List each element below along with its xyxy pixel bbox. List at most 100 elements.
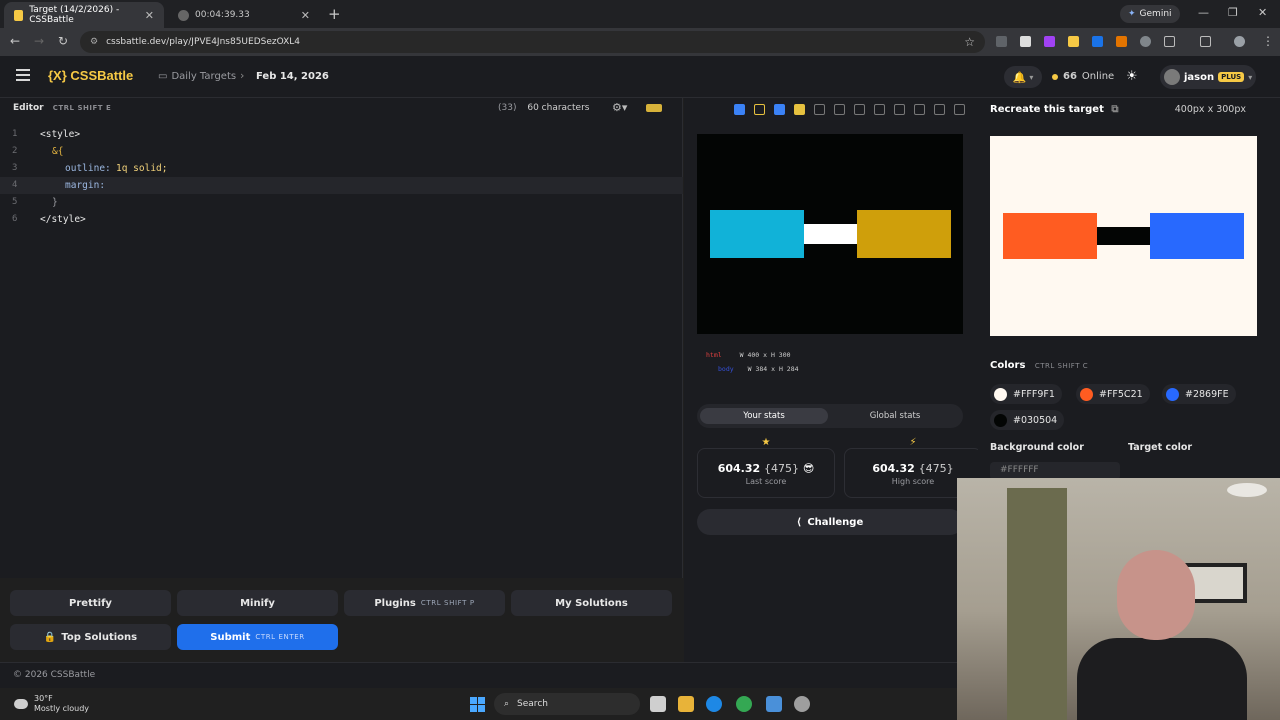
copy-icon[interactable] bbox=[954, 104, 965, 115]
search-icon: ⌕ bbox=[504, 699, 510, 709]
menu-dots-icon[interactable]: ⋮ bbox=[1262, 34, 1274, 48]
target-image[interactable] bbox=[990, 136, 1257, 336]
code-value: 1q solid; bbox=[116, 163, 168, 174]
bookmark-star-icon[interactable]: ☆ bbox=[964, 35, 975, 49]
color-swatch[interactable]: #FF5C21 bbox=[1076, 384, 1150, 404]
chevron-down-icon: ▾ bbox=[1248, 72, 1253, 82]
hamburger-menu-icon[interactable] bbox=[16, 69, 30, 81]
line-number: 4 bbox=[12, 180, 18, 190]
swatch-dot bbox=[994, 387, 1007, 401]
weather-temp: 30°F bbox=[34, 694, 53, 703]
close-tab-icon[interactable]: ✕ bbox=[301, 9, 310, 22]
colors-shortcut: CTRL SHIFT C bbox=[1034, 362, 1089, 370]
lock-icon: 🔒 bbox=[43, 631, 57, 643]
preview-toolbar bbox=[734, 104, 965, 115]
edge-browser-icon[interactable] bbox=[706, 696, 722, 712]
profile-avatar[interactable] bbox=[1234, 36, 1245, 47]
maximize-icon[interactable]: ❐ bbox=[1228, 6, 1238, 19]
url-input[interactable]: ⚙ cssbattle.dev/play/JPVE4Jns85UEDSezOXL… bbox=[80, 31, 985, 53]
extension-icon[interactable] bbox=[1092, 36, 1103, 47]
plugins-button[interactable]: Plugins CTRL SHIFT P bbox=[344, 590, 505, 616]
target-left-box bbox=[1003, 213, 1097, 259]
editor-shortcut: CTRL SHIFT E bbox=[52, 104, 112, 112]
colors-title-text: Colors bbox=[990, 360, 1026, 371]
close-tab-icon[interactable]: ✕ bbox=[145, 9, 154, 22]
checkbox-icon[interactable] bbox=[774, 104, 785, 115]
target-title-text: Recreate this target bbox=[990, 104, 1104, 115]
webcam-ceiling-fan bbox=[1227, 483, 1267, 497]
gemini-button[interactable]: ✦ Gemini bbox=[1120, 5, 1180, 23]
tab-label: 00:04:39.33 bbox=[195, 10, 250, 20]
breadcrumb-label: Daily Targets bbox=[171, 71, 237, 82]
windows-start-icon[interactable] bbox=[470, 697, 485, 712]
code-line: 5 } bbox=[0, 194, 683, 211]
breadcrumb-daily-targets[interactable]: ▭ Daily Targets bbox=[158, 71, 236, 82]
outline-icon[interactable] bbox=[814, 104, 825, 115]
task-view-icon[interactable] bbox=[650, 696, 666, 712]
reload-icon[interactable]: ↻ bbox=[58, 34, 68, 48]
minimize-icon[interactable]: — bbox=[1198, 6, 1209, 19]
slide-compare-icon[interactable] bbox=[754, 104, 765, 115]
back-arrow-icon[interactable]: ← bbox=[10, 34, 20, 48]
side-panel-icon[interactable] bbox=[1200, 36, 1211, 47]
taskbar-search[interactable]: ⌕ Search bbox=[494, 693, 640, 715]
extension-icon[interactable] bbox=[996, 36, 1007, 47]
forward-arrow-icon[interactable]: → bbox=[34, 34, 44, 48]
output-pane: html W 400 x H 300 body W 384 x H 284 Your… bbox=[684, 98, 982, 662]
address-bar-row: ← → ↻ ⚙ cssbattle.dev/play/JPVE4Jns85UED… bbox=[0, 28, 1280, 56]
settings-gear-icon[interactable] bbox=[794, 696, 810, 712]
tab-cssbattle[interactable]: Target (14/2/2026) - CSSBattle ✕ bbox=[4, 2, 164, 28]
submit-button[interactable]: Submit CTRL ENTER bbox=[177, 624, 338, 650]
extension-icon[interactable] bbox=[1068, 36, 1079, 47]
new-tab-button[interactable]: + bbox=[328, 5, 341, 23]
tab-timer[interactable]: 00:04:39.33 ✕ bbox=[168, 2, 320, 28]
ruler-icon[interactable] bbox=[834, 104, 845, 115]
copy-icon[interactable]: ⧉ bbox=[1111, 104, 1118, 115]
extension-icon[interactable] bbox=[1020, 36, 1031, 47]
extension-icon[interactable] bbox=[1116, 36, 1127, 47]
diff-icon[interactable] bbox=[794, 104, 805, 115]
weather-condition: Mostly cloudy bbox=[34, 704, 89, 713]
minify-button[interactable]: Minify bbox=[177, 590, 338, 616]
swatch-hex: #030504 bbox=[1013, 414, 1058, 426]
editor-mode-toggle[interactable] bbox=[646, 104, 662, 112]
notifications-button[interactable]: 🔔 ▾ bbox=[1004, 66, 1042, 88]
my-solutions-button[interactable]: My Solutions bbox=[511, 590, 672, 616]
top-solutions-button[interactable]: 🔒 Top Solutions bbox=[10, 624, 171, 650]
color-swatch[interactable]: #2869FE bbox=[1162, 384, 1236, 404]
code-editor[interactable]: 1 <style> 2 &{ 3 outline: 1q solid; 4 ma… bbox=[0, 126, 683, 228]
puzzle-icon[interactable] bbox=[1164, 36, 1175, 47]
notepad-icon[interactable] bbox=[766, 696, 782, 712]
frame-icon[interactable] bbox=[914, 104, 925, 115]
grid-fine-icon[interactable] bbox=[874, 104, 885, 115]
editor-pane: Editor CTRL SHIFT E (33) 60 characters ⚙… bbox=[0, 98, 683, 650]
site-info-icon[interactable]: ⚙ bbox=[90, 37, 98, 47]
weather-widget[interactable]: 30°F Mostly cloudy bbox=[14, 694, 89, 714]
extension-icon[interactable] bbox=[1044, 36, 1055, 47]
cssbattle-logo[interactable]: {X} CSSBattle bbox=[48, 68, 133, 83]
code-property: outline: bbox=[65, 163, 111, 174]
code-line: 2 &{ bbox=[0, 143, 683, 160]
output-preview[interactable] bbox=[697, 134, 963, 334]
checkbox-icon[interactable] bbox=[734, 104, 745, 115]
theme-toggle-sun-icon[interactable]: ☀ bbox=[1126, 69, 1138, 84]
swatch-hex: #FFF9F1 bbox=[1013, 388, 1055, 400]
tab-global-stats[interactable]: Global stats bbox=[831, 408, 959, 424]
challenge-button[interactable]: ⟨ Challenge bbox=[697, 509, 963, 535]
square-icon[interactable] bbox=[894, 104, 905, 115]
grid-icon[interactable] bbox=[854, 104, 865, 115]
color-swatch[interactable]: #FFF9F1 bbox=[990, 384, 1062, 404]
prettify-button[interactable]: Prettify bbox=[10, 590, 171, 616]
extension-icon[interactable] bbox=[1140, 36, 1151, 47]
code-text: </style> bbox=[40, 214, 86, 225]
user-menu-button[interactable]: jason PLUS ▾ bbox=[1160, 65, 1256, 89]
tab-your-stats[interactable]: Your stats bbox=[700, 408, 828, 424]
close-window-icon[interactable]: ✕ bbox=[1258, 6, 1267, 19]
body-dims: W 384 x H 284 bbox=[747, 365, 799, 373]
editor-title: Editor CTRL SHIFT E bbox=[13, 103, 111, 113]
file-explorer-icon[interactable] bbox=[678, 696, 694, 712]
editor-settings-gear-icon[interactable]: ⚙▾ bbox=[612, 101, 627, 114]
chrome-browser-icon[interactable] bbox=[736, 696, 752, 712]
layers-icon[interactable] bbox=[934, 104, 945, 115]
color-swatch[interactable]: #030504 bbox=[990, 410, 1065, 430]
